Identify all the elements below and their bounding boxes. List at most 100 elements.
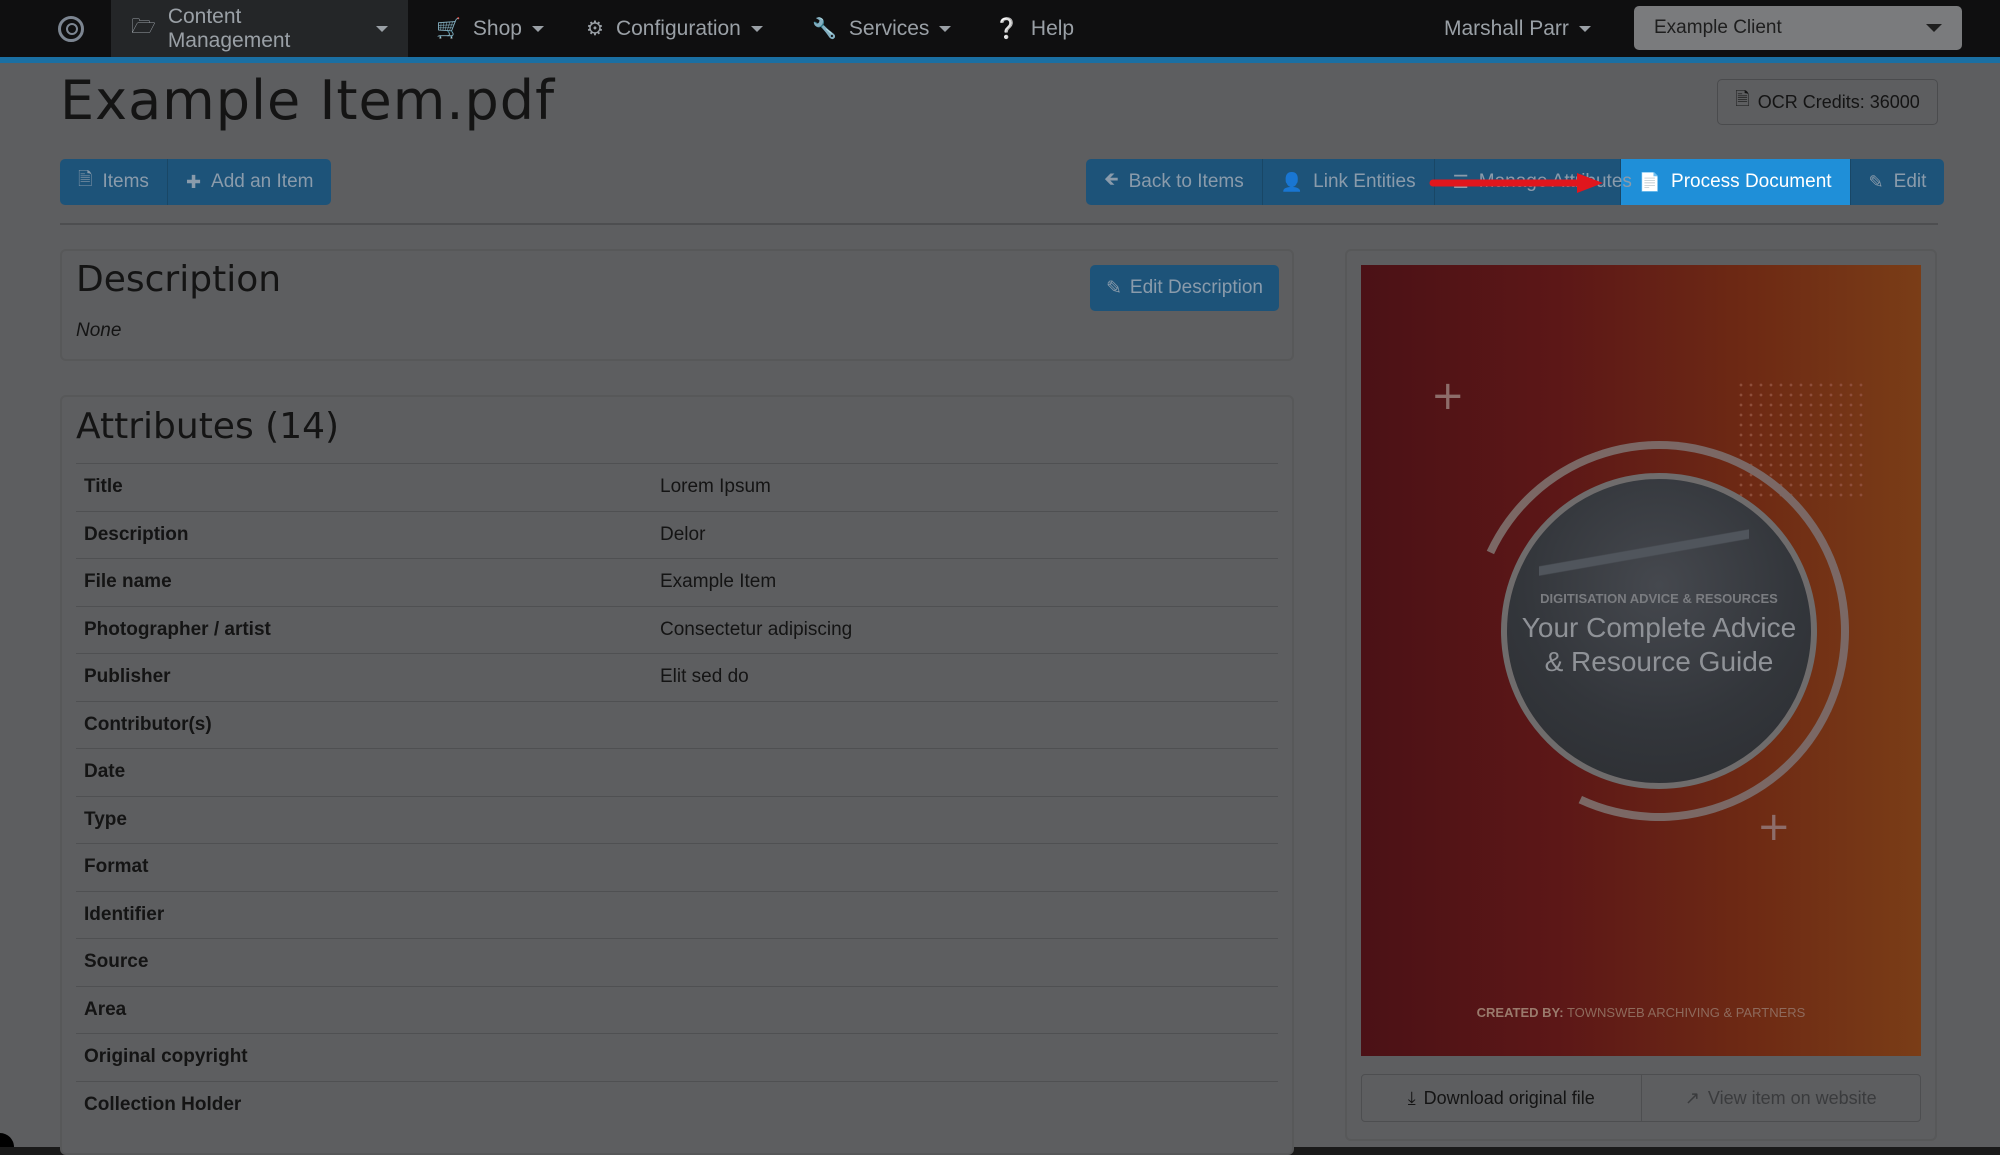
table-row: Type bbox=[76, 795, 1278, 844]
cart-icon: 🛒 bbox=[436, 18, 461, 40]
client-select-value: Example Client bbox=[1654, 17, 1782, 38]
cover-kicker: DIGITISATION ADVICE & RESOURCES bbox=[1540, 591, 1778, 606]
file-icon: 🗎 bbox=[1735, 89, 1750, 109]
page-body: Example Item.pdf 🗎 OCR Credits: 36000 🗎 … bbox=[0, 63, 2000, 1155]
description-heading: Description bbox=[76, 259, 282, 300]
process-document-button[interactable]: 📄 Process Document bbox=[1620, 159, 1851, 205]
attribute-key: Description bbox=[84, 523, 189, 545]
table-row: Contributor(s) bbox=[76, 700, 1278, 749]
nav-configuration[interactable]: ⚙ Configuration bbox=[566, 0, 783, 57]
nav-label: Content Management bbox=[167, 4, 291, 52]
items-button-label: Items bbox=[102, 171, 149, 192]
attribute-value: Elit sed do bbox=[660, 666, 749, 688]
file-actions: ⤓ Download original file ↗ View item on … bbox=[1361, 1074, 1921, 1122]
red-arrow-annotation bbox=[1429, 173, 1603, 193]
item-actions-toolbar: 🡸 Back to Items 👤 Link Entities ☰ Manage… bbox=[1086, 159, 1945, 205]
caret-down-icon bbox=[531, 25, 544, 32]
view-label: View item on website bbox=[1707, 1087, 1877, 1108]
caret-down-icon bbox=[750, 25, 763, 32]
attribute-key: Contributor(s) bbox=[84, 713, 212, 735]
attribute-key: Source bbox=[84, 951, 149, 973]
table-row: Area bbox=[76, 985, 1278, 1034]
edit-description-label: Edit Description bbox=[1129, 277, 1263, 298]
attribute-value: Consectetur adipiscing bbox=[660, 618, 853, 640]
top-navbar: 🗁 Content Management 🛒 Shop ⚙ Configurat… bbox=[0, 0, 2000, 63]
table-row: Title Lorem Ipsum bbox=[76, 463, 1278, 511]
table-row: Publisher Elit sed do bbox=[76, 653, 1278, 701]
cover-title-line1: Your Complete Advice bbox=[1521, 612, 1797, 643]
edit-label: Edit bbox=[1893, 171, 1927, 192]
table-row: Collection Holder bbox=[76, 1080, 1278, 1129]
items-button[interactable]: 🗎 Items bbox=[60, 159, 168, 205]
edit-description-button[interactable]: ✎ Edit Description bbox=[1090, 265, 1279, 311]
attribute-key: Publisher bbox=[84, 666, 171, 688]
add-item-button[interactable]: ✚ Add an Item bbox=[167, 159, 332, 205]
cover-credit-prefix: CREATED BY: bbox=[1476, 1005, 1564, 1020]
pencil-icon: ✎ bbox=[1106, 277, 1122, 299]
file-icon: 🗎 bbox=[78, 169, 93, 189]
document-preview-image[interactable]: + + DIGITISATION ADVICE & RESOURCES Your… bbox=[1361, 265, 1921, 1056]
nav-label: Services bbox=[848, 16, 930, 40]
table-row: Format bbox=[76, 843, 1278, 891]
nav-services[interactable]: 🔧 Services bbox=[792, 0, 971, 57]
arrow-left-icon: 🡸 bbox=[1104, 169, 1119, 189]
caret-down-icon bbox=[1578, 25, 1591, 32]
client-select[interactable]: Example Client bbox=[1634, 6, 1962, 50]
attributes-heading: Attributes (14) bbox=[76, 406, 340, 447]
nav-label: Shop bbox=[472, 16, 522, 40]
table-row: Date bbox=[76, 748, 1278, 796]
download-original-button[interactable]: ⤓ Download original file bbox=[1362, 1075, 1642, 1121]
cover-credit: CREATED BY: TOWNSWEB ARCHIVING & PARTNER… bbox=[1361, 1005, 1921, 1020]
attribute-value: Lorem Ipsum bbox=[660, 476, 771, 498]
attribute-key: Area bbox=[84, 998, 127, 1020]
external-link-icon: ↗ bbox=[1684, 1087, 1700, 1108]
attribute-value: Delor bbox=[660, 523, 706, 545]
edit-button[interactable]: ✎ Edit bbox=[1850, 159, 1945, 205]
plus-decoration-icon: + bbox=[1757, 804, 1791, 850]
table-row: Identifier bbox=[76, 890, 1278, 939]
attribute-key: File name bbox=[84, 571, 172, 593]
app-logo-icon[interactable] bbox=[58, 16, 84, 42]
pencil-icon: ✎ bbox=[1868, 171, 1884, 192]
question-circle-icon: ❔ bbox=[994, 18, 1019, 40]
table-row: Source bbox=[76, 938, 1278, 986]
description-value: None bbox=[76, 320, 122, 341]
chevron-down-icon bbox=[1926, 24, 1942, 32]
process-document-label: Process Document bbox=[1671, 171, 1832, 192]
window-corner bbox=[0, 1133, 14, 1147]
nav-content-management[interactable]: 🗁 Content Management bbox=[111, 0, 408, 57]
manage-attributes-button[interactable]: ☰ Manage Attributes bbox=[1429, 159, 1632, 205]
cover-title-line2: & Resource Guide bbox=[1544, 646, 1774, 677]
view-on-website-button[interactable]: ↗ View item on website bbox=[1642, 1075, 1921, 1121]
user-menu[interactable]: Marshall Parr bbox=[1424, 0, 1611, 57]
back-to-items-button[interactable]: 🡸 Back to Items bbox=[1086, 159, 1263, 205]
attribute-key: Type bbox=[84, 808, 127, 830]
link-entities-button[interactable]: 👤 Link Entities bbox=[1262, 159, 1435, 205]
nav-shop[interactable]: 🛒 Shop bbox=[416, 0, 564, 57]
link-entities-label: Link Entities bbox=[1313, 171, 1416, 192]
user-icon: 👤 bbox=[1280, 171, 1304, 192]
attribute-key: Collection Holder bbox=[84, 1093, 242, 1115]
plus-icon: ✚ bbox=[185, 171, 202, 192]
attribute-key: Date bbox=[84, 761, 126, 783]
attributes-table: Title Lorem Ipsum Description Delor File n… bbox=[76, 463, 1278, 1128]
folder-open-icon: 🗁 bbox=[131, 15, 156, 38]
nav-help[interactable]: ❔ Help bbox=[974, 0, 1094, 57]
add-item-label: Add an Item bbox=[211, 171, 314, 192]
nav-label: Help bbox=[1030, 16, 1075, 40]
document-icon: 📄 bbox=[1638, 171, 1662, 192]
back-label: Back to Items bbox=[1128, 171, 1244, 192]
download-icon: ⤓ bbox=[1407, 1087, 1416, 1108]
attribute-key: Identifier bbox=[84, 903, 165, 925]
divider bbox=[60, 223, 1938, 225]
attribute-key: Format bbox=[84, 856, 149, 878]
nav-label: Configuration bbox=[615, 16, 741, 40]
cover-photo-lines bbox=[1539, 519, 1749, 599]
caret-down-icon bbox=[376, 25, 388, 32]
ocr-credits-label: OCR Credits: 36000 bbox=[1757, 91, 1920, 112]
plus-decoration-icon: + bbox=[1431, 373, 1465, 419]
cog-icon: ⚙ bbox=[586, 18, 604, 40]
table-row: Photographer / artist Consectetur adipisc… bbox=[76, 605, 1278, 654]
attribute-key: Photographer / artist bbox=[84, 618, 271, 640]
attribute-value: Example Item bbox=[660, 571, 777, 593]
